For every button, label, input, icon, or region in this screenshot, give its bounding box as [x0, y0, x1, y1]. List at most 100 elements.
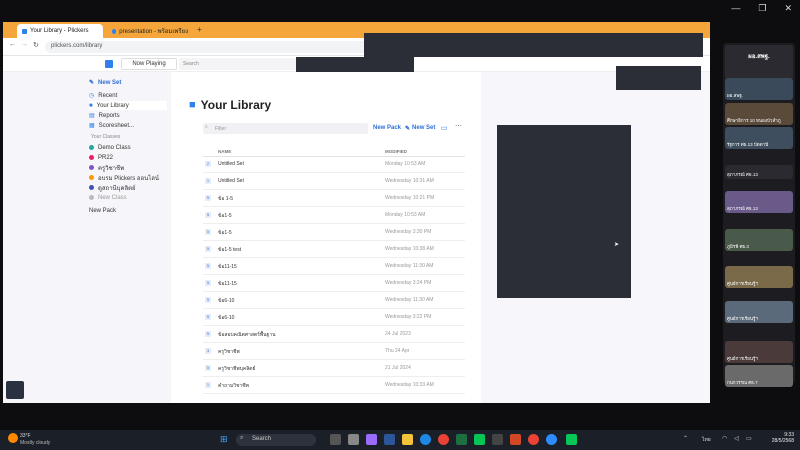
set-name: ข้อ 1-5 [218, 196, 234, 202]
wifi-icon[interactable]: ◠ [722, 435, 727, 442]
new-set-icon: ✎ [405, 126, 411, 132]
sidebar-item-scoresheet[interactable]: ▦ Scoresheet... [89, 121, 134, 130]
app-icon[interactable] [492, 434, 503, 445]
participant-video-tile[interactable]: ศึกษาธิการ 10 หนองบัวลำภู [725, 103, 793, 125]
tray-chevron-icon[interactable]: ⌃ [683, 435, 688, 442]
sidebar-item-your-library[interactable]: ■ Your Library [89, 101, 167, 110]
column-header-name[interactable]: NAME [218, 149, 231, 154]
set-modified: Thu 24 Apr [385, 348, 410, 354]
table-row[interactable]: 5 ครูวิชาชีพบุคลิตย์ 21 Jul 2024 [203, 360, 465, 377]
clock[interactable]: 9:33 28/5/2568 [766, 432, 794, 444]
edge-icon[interactable] [420, 434, 431, 445]
excel-icon[interactable] [456, 434, 467, 445]
table-row[interactable]: 5 ข้อ6-10 Wednesday 3:22 PM [203, 309, 465, 326]
set-name: ข้อ1-5 test [218, 247, 242, 253]
table-row[interactable]: 3 ครูวิชาชีพ Thu 24 Apr [203, 343, 465, 360]
participant-video-tile[interactable]: ผอ.สพฐ. [725, 78, 793, 100]
set-name: ข้อ6-10 [218, 298, 235, 304]
start-icon[interactable]: ⊞ [220, 434, 228, 445]
set-name: ข้อ11-15 [218, 264, 237, 270]
sidebar-new-set[interactable]: ✎ New Set [89, 78, 121, 87]
maximize-icon[interactable]: ❐ [758, 3, 766, 14]
new-pack-button[interactable]: New Pack [373, 125, 401, 131]
question-count-badge: 5 [205, 246, 211, 252]
minimize-icon[interactable]: — [731, 3, 740, 14]
page-title: ■ Your Library [189, 98, 272, 112]
line-icon[interactable] [474, 434, 485, 445]
set-name: ครูวิชาชีพ [218, 349, 240, 355]
app-search-input[interactable]: Search [179, 58, 299, 70]
weather-temp[interactable]: 33°F [20, 433, 31, 439]
classes-heading: Your Classes [91, 134, 121, 140]
sidebar-new-class[interactable]: New Class [89, 193, 127, 202]
set-modified: Wednesday 3:30 PM [385, 229, 432, 235]
participant-video-tile[interactable]: สุภาภรณ์ ศธ.13 [725, 165, 793, 179]
participant-video-tile[interactable]: ศูนย์การเรียนรู้ฯ [725, 341, 793, 363]
table-row[interactable]: 5 ข้อ 1-5 Wednesday 10:21 PM [203, 190, 465, 207]
file-explorer-icon[interactable] [402, 434, 413, 445]
zoom-icon[interactable] [546, 434, 557, 445]
powerpoint-icon[interactable] [510, 434, 521, 445]
chrome-icon[interactable] [438, 434, 449, 445]
participant-video-tile[interactable]: ภูมิรพี ศธ.3 [725, 229, 793, 251]
sidebar-item-recent[interactable]: ◷ Recent [89, 91, 117, 100]
sidebar-class-5[interactable]: ดูสถานีบุคลิตย์ [89, 183, 136, 192]
participant-video-tile[interactable]: ศูนย์การเรียนรู้ฯ [725, 266, 793, 288]
table-row[interactable]: 5 ข้อ1-5 Wednesday 3:30 PM [203, 224, 465, 241]
set-modified: Wednesday 3:22 PM [385, 314, 432, 320]
class-color-icon [89, 165, 94, 170]
chrome-profile-icon[interactable] [528, 434, 539, 445]
battery-icon[interactable]: ▭ [746, 435, 752, 442]
participant-video-tile[interactable]: สุภาภรณ์ ศธ.13 [725, 191, 793, 213]
filter-input[interactable]: Filter [203, 123, 368, 134]
participant-name: ศูนย์การเรียนรู้ฯ [727, 281, 758, 286]
table-row[interactable]: 5 ข้อ6-10 Wednesday 11:30 AM [203, 292, 465, 309]
table-row[interactable]: 5 ข้อ1-5 test Wednesday 10:38 AM [203, 241, 465, 258]
reload-icon[interactable]: ↻ [33, 41, 39, 49]
column-header-modified[interactable]: MODIFIED [385, 149, 407, 154]
sidebar-class-demo[interactable]: Demo Class [89, 143, 131, 152]
class-color-icon [89, 175, 94, 180]
input-language[interactable]: ไทย [702, 436, 711, 444]
sidebar-item-reports[interactable]: ▤ Reports [89, 111, 120, 120]
new-set-button[interactable]: ✎ New Set [405, 125, 435, 132]
table-row[interactable]: 5 ข้อ11-15 Wednesday 11:30 AM [203, 258, 465, 275]
participant-video-tile[interactable]: กนกวรรณ ศธ.7 [725, 365, 793, 387]
plickers-logo-icon[interactable] [105, 60, 113, 68]
call-title-bar: — ❐ ✕ [0, 0, 800, 18]
set-name: ข้อ1-5 [218, 230, 232, 236]
now-playing-button[interactable]: Now Playing [121, 58, 177, 70]
tab-presentation[interactable]: presentation - พร้อมเพรียงตั้ง... [107, 24, 193, 38]
set-modified: Wednesday 11:30 AM [385, 297, 434, 303]
tab-plickers[interactable]: Your Library - Plickers [17, 24, 103, 38]
task-view-icon[interactable] [330, 434, 341, 445]
sidebar-class-3[interactable]: ครูวิชาชีพ [89, 163, 124, 172]
more-options-icon[interactable]: ⋯ [455, 122, 462, 130]
new-folder-icon[interactable]: ▭ [441, 124, 448, 132]
table-row[interactable]: 5 ข้อ11-15 Wednesday 3:24 PM [203, 275, 465, 292]
sidebar-class-4[interactable]: อบรม Plickers ออนไลน์ [89, 173, 159, 182]
sidebar-new-pack[interactable]: New Pack [89, 206, 116, 215]
set-modified: Wednesday 10:31 AM [385, 178, 434, 184]
weather-icon[interactable] [8, 433, 18, 443]
participant-name-tile[interactable]: ผอ.สพฐ. [725, 45, 793, 79]
participant-video-tile[interactable]: รัฐการ ศธ.13 ปัตตานี [725, 127, 793, 149]
line-icon[interactable] [566, 434, 577, 445]
table-row[interactable]: 5 ข้อ1-5 Monday 10:53 AM [203, 207, 465, 224]
presenter-thumbnail[interactable] [6, 381, 24, 399]
taskbar-search[interactable]: Search [236, 434, 316, 446]
table-row[interactable]: 5 ข้อสอบคณิตศาสตร์พื้นฐาน 24 Jul 2023 [203, 326, 465, 343]
back-icon[interactable]: ← [9, 41, 16, 48]
word-icon[interactable] [384, 434, 395, 445]
sidebar-class-pr22[interactable]: PR22 [89, 153, 113, 162]
new-tab-icon[interactable]: + [197, 25, 202, 34]
copilot-icon[interactable] [366, 434, 377, 445]
participant-video-tile[interactable]: ศูนย์การเรียนรู้ฯ [725, 301, 793, 323]
table-row[interactable]: 1 คำถามวิชาชีพ Wednesday 10:33 AM [203, 377, 465, 394]
close-icon[interactable]: ✕ [784, 3, 792, 14]
forward-icon[interactable]: → [21, 41, 28, 48]
volume-icon[interactable]: ◁ [734, 435, 739, 442]
table-row[interactable]: 2 Untitled Set Monday 10:53 AM [203, 156, 465, 173]
table-row[interactable]: 1 Untitled Set Wednesday 10:31 AM [203, 173, 465, 190]
app-icon[interactable] [348, 434, 359, 445]
